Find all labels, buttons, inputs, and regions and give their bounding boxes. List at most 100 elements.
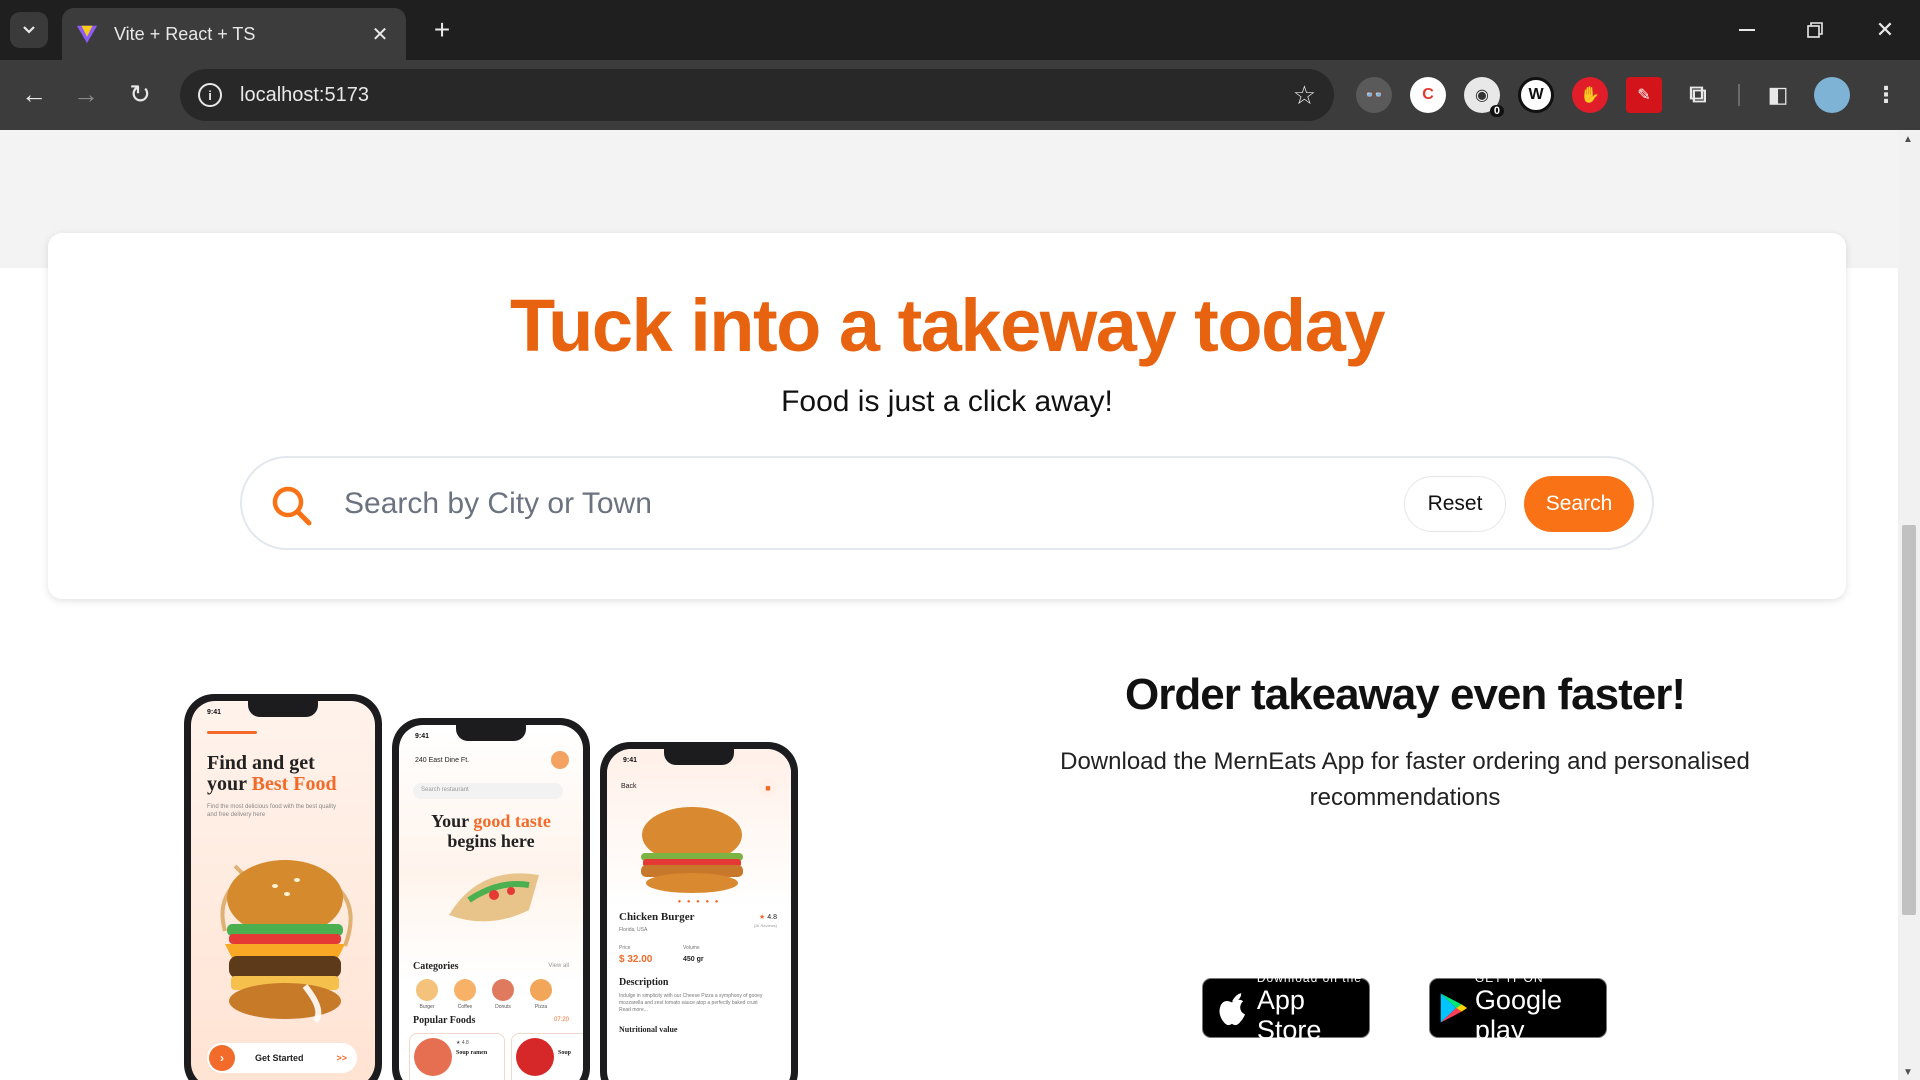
browser-tab-bar: Vite + React + TS ✕ + ✕	[0, 0, 1920, 60]
search-bar: Reset Search	[240, 456, 1654, 550]
address-bar[interactable]: i localhost:5173 ☆	[180, 69, 1334, 121]
taste-heading: Your good taste begins here	[399, 811, 583, 851]
food-card: Soup	[511, 1033, 583, 1080]
phone-mockup-detail: 9:41 Back ■ ● ● ● ● ● Chicken Burger ★ 4…	[600, 742, 798, 1080]
page-scrollbar[interactable]: ▲ ▼	[1898, 130, 1920, 1080]
bookmark-icon: ■	[759, 779, 777, 797]
search-input[interactable]	[344, 476, 1344, 532]
phone-screen: 9:41 Find and get your Best Food Find th…	[191, 701, 375, 1080]
toolbar-divider	[1738, 84, 1740, 106]
taste-heading-accent: good taste	[473, 811, 551, 831]
search-card: Tuck into a takeway today Food is just a…	[48, 233, 1846, 599]
taste-heading-line2: begins here	[447, 831, 535, 851]
extensions-puzzle-icon[interactable]: ⧉	[1680, 77, 1716, 113]
popular-foods-label: Popular Foods	[413, 1015, 476, 1026]
burger-icon	[416, 979, 438, 1001]
category-label: Donuts	[495, 1004, 511, 1010]
back-link: Back	[621, 783, 637, 790]
side-panel-icon[interactable]: ◧	[1760, 77, 1796, 113]
app-store-badge[interactable]: Download on the App Store	[1202, 971, 1370, 1045]
new-tab-icon[interactable]: +	[424, 12, 460, 48]
product-volume: 450 gr	[683, 956, 704, 963]
phone-time: 9:41	[207, 709, 222, 716]
forward-arrow-icon[interactable]: →	[66, 74, 106, 114]
product-description: Indulge in simplicity with our Cheese Pi…	[619, 993, 763, 1013]
donut-icon	[492, 979, 514, 1001]
apple-logo-icon	[1219, 993, 1246, 1026]
restaurant-search: Search restaurant	[413, 783, 563, 799]
product-price: $ 32.00	[619, 954, 653, 965]
google-play-logo-icon	[1440, 993, 1468, 1023]
browser-tab[interactable]: Vite + React + TS ✕	[62, 8, 406, 60]
welcome-description: Find the most delicious food with the be…	[207, 804, 337, 818]
chevron-down-icon	[23, 26, 35, 34]
phone-screen: 9:41 240 East Dine Ft. Search restaurant…	[399, 725, 583, 1080]
category-pizza: Pizza	[527, 979, 555, 1010]
arrow-right-icon: ›	[209, 1045, 235, 1071]
carousel-dots: ● ● ● ● ●	[677, 899, 721, 905]
app-store-big-text: App Store	[1256, 985, 1322, 1045]
coffee-icon	[454, 979, 476, 1001]
extension-c-icon[interactable]: C	[1410, 77, 1446, 113]
url-text[interactable]: localhost:5173	[240, 84, 1293, 107]
phone-notch	[248, 701, 318, 717]
taste-heading-line1: Your good taste	[399, 811, 583, 831]
category-label: Coffee	[457, 1004, 473, 1010]
category-label: Burger	[419, 1004, 435, 1010]
site-info-icon[interactable]: i	[198, 83, 222, 107]
nutrition-heading: Nutritional value	[619, 1025, 678, 1034]
restore-icon[interactable]	[1792, 10, 1838, 50]
phone-notch	[456, 725, 526, 741]
reload-icon[interactable]: ↻	[120, 74, 160, 114]
rating-value: 4.8	[767, 914, 777, 921]
minimize-icon[interactable]	[1724, 10, 1770, 50]
avatar	[551, 751, 569, 769]
welcome-title-plain: your	[207, 773, 252, 795]
order-faster-subtitle: Download the MernEats App for faster ord…	[1060, 748, 1750, 811]
extension-hand-icon[interactable]: ✋	[1572, 77, 1608, 113]
hero-subtitle: Food is just a click away!	[781, 385, 1113, 418]
food-name: Soup ramen	[456, 1050, 488, 1056]
product-name: Chicken Burger	[619, 911, 695, 923]
menu-dots-icon[interactable]: ⋮	[1868, 77, 1904, 113]
tab-search-button[interactable]	[10, 12, 48, 48]
phone-mockup-home: 9:41 240 East Dine Ft. Search restaurant…	[392, 718, 590, 1080]
welcome-title-accent: Best Food	[251, 773, 337, 795]
reset-button[interactable]: Reset	[1404, 476, 1506, 532]
tab-title: Vite + React + TS	[114, 23, 256, 44]
extension-glasses-icon[interactable]: 👓	[1356, 77, 1392, 113]
app-store-small-text: Download on the	[1256, 971, 1362, 985]
phone-time: 9:41	[623, 757, 638, 764]
google-play-text: GET IT ON Google play	[1475, 971, 1606, 1045]
app-store-text: Download on the App Store	[1257, 971, 1369, 1045]
scrollbar-thumb[interactable]	[1902, 525, 1916, 915]
bookmark-star-icon[interactable]: ☆	[1293, 80, 1316, 111]
browser-toolbar: ← → ↻ i localhost:5173 ☆ 👓 C ◉ 0 W ✋ ✎ ⧉ …	[0, 60, 1920, 130]
double-arrow-icon: >>	[336, 1053, 347, 1063]
phone-time: 9:41	[415, 733, 430, 740]
chicken-burger-image	[641, 807, 743, 893]
profile-avatar[interactable]	[1814, 77, 1850, 113]
extension-pen-icon[interactable]: ✎	[1626, 77, 1662, 113]
extension-w-icon[interactable]: W	[1518, 77, 1554, 113]
get-started-label: Get Started	[255, 1053, 304, 1063]
phone-notch	[664, 749, 734, 765]
close-window-icon[interactable]: ✕	[1862, 10, 1908, 50]
close-tab-icon[interactable]: ✕	[368, 22, 392, 47]
extension-badge-icon[interactable]: ◉ 0	[1464, 77, 1504, 117]
soup-image	[516, 1038, 554, 1076]
google-play-badge[interactable]: GET IT ON Google play	[1429, 971, 1607, 1045]
hero-title: Tuck into a takeway today	[509, 284, 1386, 367]
food-name: Soup	[558, 1050, 572, 1056]
pizza-icon	[530, 979, 552, 1001]
search-button[interactable]: Search	[1524, 476, 1634, 532]
price-label: Price	[619, 945, 631, 951]
category-row: Burger Coffee Donuts Pizza	[413, 979, 555, 1010]
scroll-up-icon[interactable]: ▲	[1903, 134, 1913, 145]
get-started-button[interactable]: › Get Started >>	[207, 1043, 357, 1073]
back-arrow-icon[interactable]: ←	[14, 74, 54, 114]
scroll-down-icon[interactable]: ▼	[1903, 1067, 1913, 1078]
phone-screen: 9:41 Back ■ ● ● ● ● ● Chicken Burger ★ 4…	[607, 749, 791, 1080]
welcome-title-line2: your Best Food	[207, 774, 337, 795]
volume-label: Volume	[683, 945, 700, 951]
